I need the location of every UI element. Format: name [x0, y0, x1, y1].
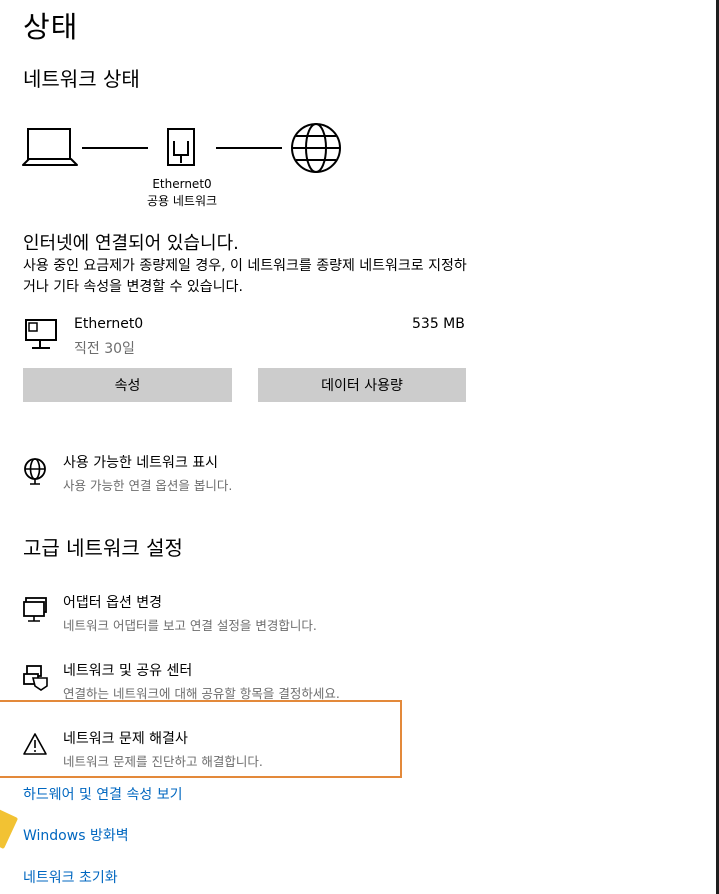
network-troubleshooter[interactable]: 네트워크 문제 해결사 네트워크 문제를 진단하고 해결합니다.	[23, 728, 393, 769]
network-troubleshooter-subtitle: 네트워크 문제를 진단하고 해결합니다.	[63, 754, 263, 769]
data-usage-button[interactable]: 데이터 사용량	[258, 368, 466, 402]
warning-icon	[23, 733, 47, 755]
properties-button[interactable]: 속성	[23, 368, 232, 402]
available-networks-title: 사용 가능한 네트워크 표시	[63, 455, 219, 471]
adapter-usage: 535 MB	[412, 316, 465, 332]
network-sharing-center-title: 네트워크 및 공유 센터	[63, 663, 193, 679]
globe-icon	[291, 123, 341, 173]
adapter-icon	[23, 597, 47, 622]
network-troubleshooter-title: 네트워크 문제 해결사	[63, 731, 188, 747]
advanced-settings-heading: 고급 네트워크 설정	[23, 536, 183, 560]
laptop-icon	[22, 128, 78, 166]
diagram-network-type: 공용 네트워크	[146, 194, 218, 208]
adapter-duration: 직전 30일	[74, 341, 135, 357]
page-title: 상태	[23, 10, 79, 44]
connection-line	[82, 147, 148, 149]
connection-status-title: 인터넷에 연결되어 있습니다.	[23, 233, 239, 254]
available-networks-subtitle: 사용 가능한 연결 옵션을 봅니다.	[63, 478, 233, 493]
network-status-heading: 네트워크 상태	[23, 67, 140, 91]
network-reset-link[interactable]: 네트워크 초기화	[23, 867, 118, 887]
change-adapter-options-title: 어댑터 옵션 변경	[63, 595, 163, 611]
change-adapter-options[interactable]: 어댑터 옵션 변경 네트워크 어댑터를 보고 연결 설정을 변경합니다.	[23, 592, 443, 633]
connection-status-description: 사용 중인 요금제가 종량제일 경우, 이 네트워크를 종량제 네트워크로 지정…	[23, 258, 467, 295]
show-available-networks[interactable]: 사용 가능한 네트워크 표시 사용 가능한 연결 옵션을 봅니다.	[23, 452, 443, 493]
adapter-name: Ethernet0	[74, 316, 144, 332]
change-adapter-options-subtitle: 네트워크 어댑터를 보고 연결 설정을 변경합니다.	[63, 618, 317, 633]
network-sharing-center[interactable]: 네트워크 및 공유 센터 연결하는 네트워크에 대해 공유할 항목을 결정하세요…	[23, 660, 443, 701]
hardware-properties-link[interactable]: 하드웨어 및 연결 속성 보기	[23, 784, 182, 804]
ethernet-port-icon	[167, 128, 195, 166]
ethernet-adapter-icon	[25, 319, 57, 349]
sharing-icon	[23, 665, 48, 691]
windows-firewall-link[interactable]: Windows 방화벽	[23, 825, 129, 845]
globe-network-icon	[24, 458, 46, 485]
connection-line	[216, 147, 282, 149]
diagram-adapter-name: Ethernet0	[152, 177, 212, 191]
pointer-arrow-icon	[0, 808, 19, 850]
